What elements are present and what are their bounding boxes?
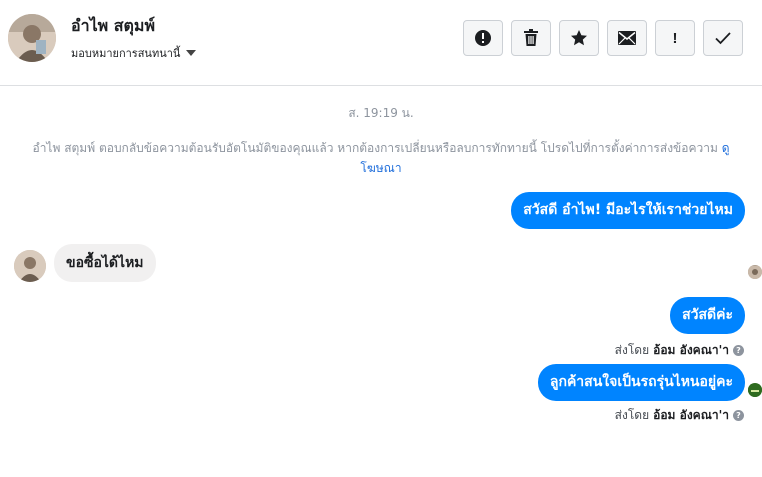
outgoing-message-bubble[interactable]: สวัสดี อำไพ! มีอะไรให้เราช่วยไหม — [511, 192, 745, 229]
alert-circle-icon — [475, 30, 491, 46]
star-button[interactable] — [559, 20, 599, 56]
mark-unread-button[interactable] — [607, 20, 647, 56]
read-receipt-avatar — [748, 265, 762, 279]
system-message-text: อำไพ สตุมพ์ ตอบกลับข้อความต้อนรับอัตโนมั… — [32, 141, 718, 155]
sent-by-prefix: ส่งโดย — [614, 343, 650, 357]
delete-button[interactable] — [511, 20, 551, 56]
incoming-message-bubble[interactable]: ขอซื้อได้ไหม — [54, 244, 156, 282]
sent-by-label: ส่งโดย อ้อม อังคณา'า ? — [615, 341, 744, 360]
sent-by-name: อ้อม อังคณา'า — [653, 408, 729, 422]
star-icon — [571, 30, 587, 46]
assign-label: มอบหมายการสนทนานี้ — [71, 47, 181, 60]
contact-name[interactable]: อำไพ สตุมพ์ — [71, 14, 155, 39]
conversation-header: อำไพ สตุมพ์ มอบหมายการสนทนานี้ ! — [0, 0, 762, 86]
envelope-icon — [618, 31, 636, 45]
follow-up-button[interactable]: ! — [655, 20, 695, 56]
chevron-down-icon — [186, 50, 197, 56]
assign-conversation-dropdown[interactable]: มอบหมายการสนทนานี้ — [71, 44, 197, 62]
trash-icon — [524, 29, 538, 46]
checkmark-icon — [715, 32, 731, 45]
contact-avatar[interactable] — [8, 14, 56, 62]
help-icon[interactable]: ? — [733, 410, 744, 421]
mark-done-button[interactable] — [703, 20, 743, 56]
contact-avatar-small — [14, 250, 46, 282]
mark-spam-button[interactable] — [463, 20, 503, 56]
message-timestamp: ส. 19:19 น. — [348, 106, 414, 120]
sent-by-name: อ้อม อังคณา'า — [653, 343, 729, 357]
system-message: อำไพ สตุมพ์ ตอบกลับข้อความต้อนรับอัตโนมั… — [20, 138, 742, 178]
outgoing-message-bubble[interactable]: สวัสดีค่ะ — [670, 297, 745, 334]
page-avatar — [748, 383, 762, 397]
outgoing-message-bubble[interactable]: ลูกค้าสนใจเป็นรถรุ่นไหนอยู่คะ — [537, 364, 745, 401]
header-actions: ! — [463, 20, 743, 56]
sent-by-prefix: ส่งโดย — [614, 408, 650, 422]
help-icon[interactable]: ? — [733, 345, 744, 356]
sent-by-label: ส่งโดย อ้อม อังคณา'า ? — [615, 406, 744, 425]
exclamation-icon: ! — [672, 29, 678, 47]
